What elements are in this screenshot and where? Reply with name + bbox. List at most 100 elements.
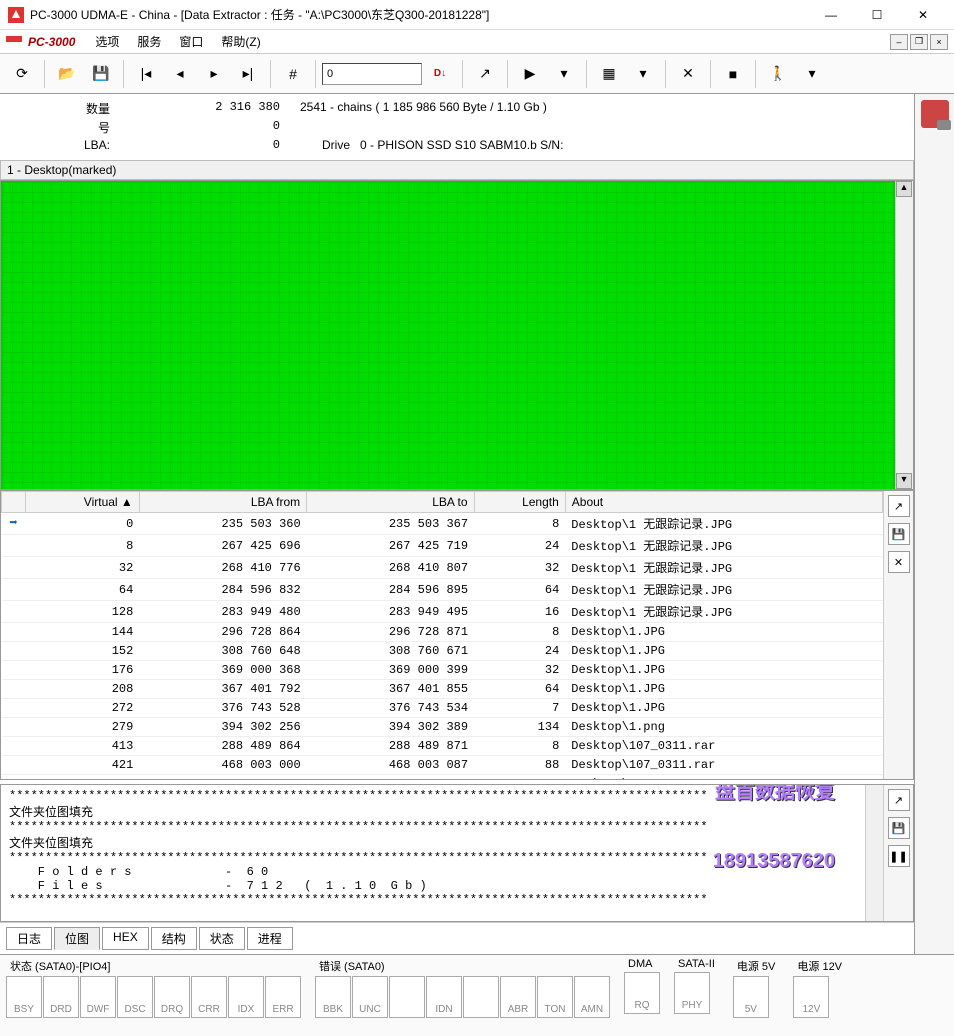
- qty-label: 数量: [10, 100, 120, 117]
- table-row[interactable]: 272376 743 528376 743 5347Desktop\1.JPG: [2, 699, 883, 718]
- log-export-icon[interactable]: ↗: [888, 789, 910, 811]
- table-export-icon[interactable]: ↗: [888, 495, 910, 517]
- status-led-CRR: CRR: [191, 976, 227, 1018]
- tb-refresh-icon[interactable]: ⟳: [6, 58, 38, 90]
- table-row[interactable]: 64284 596 832284 596 89564Desktop\1 无跟踪记…: [2, 579, 883, 601]
- table-row[interactable]: 144296 728 864296 728 8718Desktop\1.JPG: [2, 623, 883, 642]
- tb-bitmap-dropdown-icon[interactable]: ▾: [627, 58, 659, 90]
- tb-export-icon[interactable]: ↗: [469, 58, 501, 90]
- status-led-IDX: IDX: [228, 976, 264, 1018]
- col-header[interactable]: Virtual ▲: [26, 492, 140, 513]
- tb-grid-icon[interactable]: #: [277, 58, 309, 90]
- status-pwr5-title: 电源 5V: [733, 957, 780, 975]
- table-save-icon[interactable]: 💾: [888, 523, 910, 545]
- table-row[interactable]: ➡0235 503 360235 503 3678Desktop\1 无跟踪记录…: [2, 513, 883, 535]
- tabs-row: 日志位图HEX结构状态进程: [0, 922, 914, 954]
- status-led-DRQ: DRQ: [154, 976, 190, 1018]
- status-led-AMN: AMN: [574, 976, 610, 1018]
- table-row[interactable]: 208367 401 792367 401 85564Desktop\1.JPG: [2, 680, 883, 699]
- tb-prev-icon[interactable]: ◂: [164, 58, 196, 90]
- col-header[interactable]: [2, 492, 26, 513]
- menu-services[interactable]: 服务: [129, 31, 169, 52]
- table-row[interactable]: 32268 410 776268 410 80732Desktop\1 无跟踪记…: [2, 557, 883, 579]
- status-led-TON: TON: [537, 976, 573, 1018]
- table-row[interactable]: 421468 003 000468 003 08788Desktop\107_0…: [2, 756, 883, 775]
- tb-next-icon[interactable]: ▸: [198, 58, 230, 90]
- tab-状态[interactable]: 状态: [199, 927, 245, 950]
- toolbar: ⟳ 📂 💾 |◂ ◂ ▸ ▸| # D↓ ↗ ▶ ▾ ▦ ▾ ✕ ■ 🚶 ▾: [0, 54, 954, 94]
- main-area: 数量 2 316 380 2541 - chains ( 1 185 986 5…: [0, 94, 914, 954]
- mdi-restore[interactable]: ❐: [910, 34, 928, 50]
- status-dma-title: DMA: [624, 957, 660, 971]
- tb-save-icon[interactable]: 💾: [85, 58, 117, 90]
- col-header[interactable]: LBA to: [307, 492, 474, 513]
- status-bar: 状态 (SATA0)-[PIO4] BSYDRDDWFDSCDRQCRRIDXE…: [0, 954, 954, 1036]
- tab-HEX[interactable]: HEX: [102, 927, 149, 950]
- col-header[interactable]: Length: [474, 492, 565, 513]
- table-row[interactable]: 413288 489 864288 489 8718Desktop\107_03…: [2, 737, 883, 756]
- table-row[interactable]: 279394 302 256394 302 389134Desktop\1.pn…: [2, 718, 883, 737]
- log-sidebar: ↗ 💾 ❚❚: [883, 785, 913, 921]
- status-led-DSC: DSC: [117, 976, 153, 1018]
- table-row[interactable]: 152308 760 648308 760 67124Desktop\1.JPG: [2, 642, 883, 661]
- status-led-12V: 12V: [793, 976, 829, 1018]
- tab-进程[interactable]: 进程: [247, 927, 293, 950]
- tb-open-icon[interactable]: 📂: [51, 58, 83, 90]
- status-group1-title: 状态 (SATA0)-[PIO4]: [6, 957, 301, 975]
- table-row[interactable]: 509468 003 472468 003 583112Desktop\107_…: [2, 775, 883, 780]
- lba-label: LBA:: [10, 138, 120, 152]
- log-scrollbar[interactable]: [865, 785, 883, 921]
- menu-options[interactable]: 选项: [87, 31, 127, 52]
- tb-d-button[interactable]: D↓: [424, 58, 456, 90]
- tb-stop-icon[interactable]: ■: [717, 58, 749, 90]
- log-save-icon[interactable]: 💾: [888, 817, 910, 839]
- tb-play-icon[interactable]: ▶: [514, 58, 546, 90]
- mdi-close[interactable]: ×: [930, 34, 948, 50]
- mdi-minimize[interactable]: –: [890, 34, 908, 50]
- tb-exit-dropdown-icon[interactable]: ▾: [796, 58, 828, 90]
- status-led-IDN: IDN: [426, 976, 462, 1018]
- tb-tools-icon[interactable]: ✕: [672, 58, 704, 90]
- drive-label: Drive: [290, 138, 350, 152]
- table-scroll[interactable]: Virtual ▲LBA fromLBA toLengthAbout ➡0235…: [1, 491, 883, 779]
- status-sata2-title: SATA-II: [674, 957, 719, 971]
- close-button[interactable]: ✕: [900, 0, 946, 30]
- col-header[interactable]: LBA from: [139, 492, 306, 513]
- menu-pc3000[interactable]: PC-3000: [28, 35, 75, 49]
- num-value: 0: [120, 119, 290, 136]
- table-row[interactable]: 128283 949 480283 949 49516Desktop\1 无跟踪…: [2, 601, 883, 623]
- tb-first-icon[interactable]: |◂: [130, 58, 162, 90]
- status-led-BSY: BSY: [6, 976, 42, 1018]
- menu-help[interactable]: 帮助(Z): [213, 31, 268, 52]
- table-row[interactable]: 8267 425 696267 425 71924Desktop\1 无跟踪记录…: [2, 535, 883, 557]
- col-header[interactable]: About: [565, 492, 882, 513]
- table-row[interactable]: 176369 000 368369 000 39932Desktop\1.JPG: [2, 661, 883, 680]
- status-pwr12-title: 电源 12V: [793, 957, 846, 975]
- bitmap-grid[interactable]: [1, 181, 895, 489]
- tb-position-input[interactable]: [322, 63, 422, 85]
- tb-bitmap-icon[interactable]: ▦: [593, 58, 625, 90]
- watermark-line2: 18913587620: [713, 850, 835, 873]
- log-pause-icon[interactable]: ❚❚: [888, 845, 910, 867]
- minimize-button[interactable]: —: [808, 0, 854, 30]
- side-disk-icon[interactable]: [921, 100, 949, 128]
- scroll-up-icon[interactable]: ▲: [896, 181, 912, 197]
- bitmap-scrollbar[interactable]: ▲ ▼: [895, 181, 913, 489]
- tab-日志[interactable]: 日志: [6, 927, 52, 950]
- log-panel: ****************************************…: [0, 784, 914, 922]
- tab-结构[interactable]: 结构: [151, 927, 197, 950]
- table-clear-icon[interactable]: ✕: [888, 551, 910, 573]
- drive-value: 0 - PHISON SSD S10 SABM10.b S/N:: [350, 138, 563, 152]
- tab-位图[interactable]: 位图: [54, 927, 100, 950]
- maximize-button[interactable]: ☐: [854, 0, 900, 30]
- status-led-ABR: ABR: [500, 976, 536, 1018]
- menu-window[interactable]: 窗口: [171, 31, 211, 52]
- tb-last-icon[interactable]: ▸|: [232, 58, 264, 90]
- status-led-5V: 5V: [733, 976, 769, 1018]
- menubar: PC-3000 选项 服务 窗口 帮助(Z) – ❐ ×: [0, 30, 954, 54]
- tb-exit-icon[interactable]: 🚶: [762, 58, 794, 90]
- scroll-down-icon[interactable]: ▼: [896, 473, 912, 489]
- status-led-BBK: BBK: [315, 976, 351, 1018]
- qty-value: 2 316 380: [120, 100, 290, 117]
- tb-play-dropdown-icon[interactable]: ▾: [548, 58, 580, 90]
